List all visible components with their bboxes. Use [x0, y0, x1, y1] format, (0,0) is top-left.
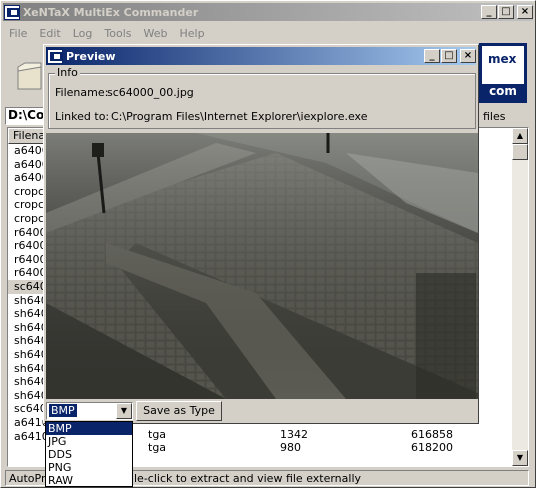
format-dropdown-list[interactable]: BMP JPG DDS PNG RAW — [45, 421, 133, 487]
menu-edit[interactable]: Edit — [33, 27, 66, 40]
list-item[interactable]: sh640 — [8, 307, 48, 321]
format-option-bmp[interactable]: BMP — [46, 422, 132, 435]
vertical-scrollbar[interactable]: ▲ ▼ — [512, 128, 528, 466]
files-count-label: files — [483, 110, 506, 123]
status-right: le-click to extract and view file extern… — [134, 472, 362, 485]
scroll-up-button[interactable]: ▲ — [512, 128, 528, 144]
format-option-raw[interactable]: RAW — [46, 474, 132, 487]
filename-value: sc64000_00.jpg — [107, 86, 194, 99]
maximize-button[interactable]: □ — [498, 5, 514, 19]
info-group: Info Filename: sc64000_00.jpg Linked to:… — [48, 66, 476, 129]
multiex-app-icon — [4, 4, 20, 20]
image-preview — [46, 133, 478, 399]
preview-maximize-button[interactable]: □ — [441, 49, 457, 63]
menu-help[interactable]: Help — [173, 27, 210, 40]
preview-minimize-button[interactable]: _ — [424, 49, 440, 63]
filename-label: Filename: — [55, 86, 109, 99]
logo-text-mex: mex — [488, 52, 517, 66]
path-field[interactable]: D:\Co — [5, 107, 47, 125]
menu-file[interactable]: File — [3, 27, 33, 40]
preview-window: Preview _ □ × Info Filename: sc64000_00.… — [43, 44, 479, 424]
list-item[interactable]: sh640 — [8, 294, 48, 308]
list-item[interactable]: sh640 — [8, 389, 48, 403]
menu-bar: File Edit Log Tools Web Help — [3, 23, 211, 43]
menu-tools[interactable]: Tools — [98, 27, 137, 40]
row-offset-cell: 618200 — [411, 441, 453, 454]
column-header-filename[interactable]: Filena — [8, 128, 48, 144]
logo-text-com: com — [482, 84, 524, 102]
preview-app-icon — [47, 48, 63, 64]
row-type-cell: tga — [148, 428, 167, 441]
list-item[interactable]: sc640 — [8, 402, 47, 416]
row-type-cell: tga — [148, 441, 167, 454]
format-option-png[interactable]: PNG — [46, 461, 132, 474]
format-option-jpg[interactable]: JPG — [46, 435, 132, 448]
minimize-button[interactable]: _ — [481, 5, 497, 19]
preview-titlebar[interactable]: Preview _ □ × — [46, 47, 476, 65]
row-size-cell: 980 — [280, 441, 301, 454]
xentax-logo: mex com — [479, 43, 527, 103]
save-as-type-button[interactable]: Save as Type — [136, 401, 222, 421]
chevron-down-icon[interactable]: ▼ — [116, 403, 132, 419]
main-titlebar[interactable]: XeNTaX MultiEx Commander _ □ × — [3, 3, 533, 21]
list-item[interactable]: a6410 — [8, 430, 49, 444]
info-legend: Info — [55, 66, 80, 79]
format-select[interactable]: BMP ▼ — [46, 402, 133, 420]
linked-label: Linked to: — [55, 110, 110, 123]
path-text: D:\Co — [8, 108, 45, 122]
list-item[interactable]: sh640 — [8, 375, 48, 389]
scroll-thumb[interactable] — [512, 144, 528, 160]
main-title: XeNTaX MultiEx Commander — [23, 5, 199, 19]
format-select-value: BMP — [49, 404, 77, 417]
save-as-type-label: Save as Type — [143, 404, 215, 417]
preview-title: Preview — [66, 49, 116, 63]
list-item[interactable]: sh640 — [8, 334, 48, 348]
scroll-down-button[interactable]: ▼ — [512, 450, 528, 466]
preview-close-button[interactable]: × — [460, 49, 476, 63]
list-item[interactable]: sh640 — [8, 348, 48, 362]
list-item[interactable]: sh640 — [8, 362, 48, 376]
menu-log[interactable]: Log — [67, 27, 99, 40]
linked-value: C:\Program Files\Internet Explorer\iexpl… — [111, 110, 368, 123]
close-button[interactable]: × — [517, 5, 533, 19]
list-item[interactable]: sh640 — [8, 321, 48, 335]
row-size-cell: 1342 — [280, 428, 308, 441]
open-folder-icon[interactable] — [15, 53, 45, 93]
row-offset-cell: 616858 — [411, 428, 453, 441]
format-option-dds[interactable]: DDS — [46, 448, 132, 461]
column-header-label: Filena — [13, 129, 46, 142]
menu-web[interactable]: Web — [138, 27, 174, 40]
